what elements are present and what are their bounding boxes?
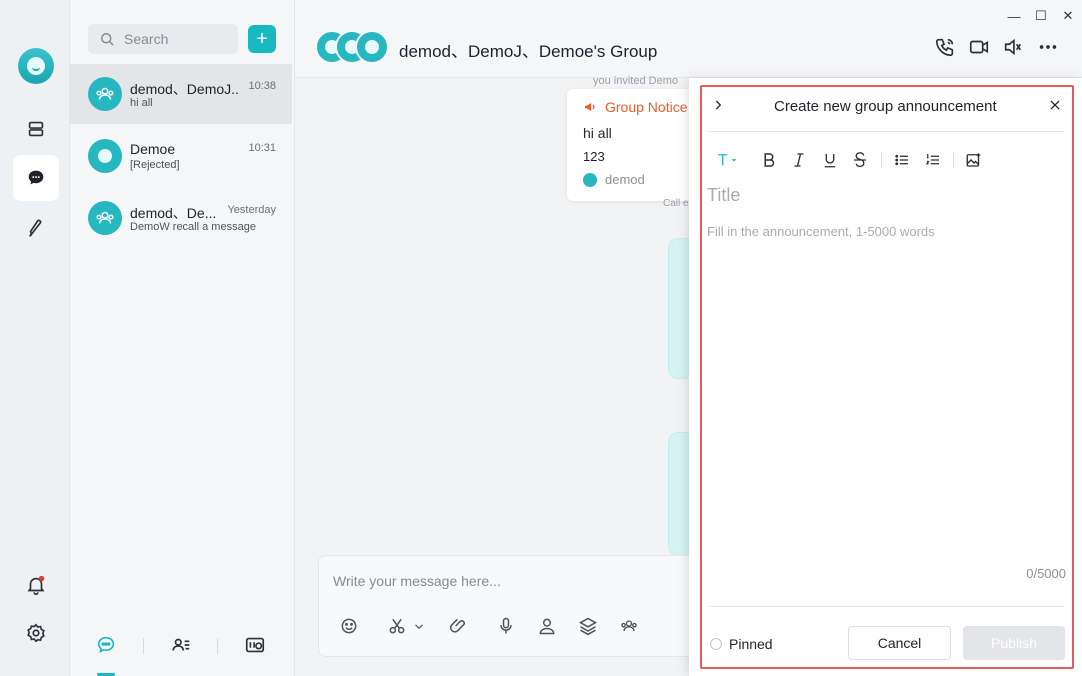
search-icon bbox=[101, 33, 114, 46]
stack-icon[interactable] bbox=[578, 616, 598, 636]
speaker-icon[interactable] bbox=[1002, 36, 1024, 58]
text-style-button[interactable] bbox=[712, 150, 744, 170]
insert-image-button[interactable] bbox=[964, 150, 984, 170]
chevron-right-icon[interactable] bbox=[711, 98, 725, 112]
microphone-icon[interactable] bbox=[496, 616, 516, 636]
bold-button[interactable] bbox=[759, 150, 779, 170]
emoji-icon[interactable] bbox=[339, 616, 359, 636]
conversation-name: demod、DemoJ... bbox=[130, 81, 240, 97]
search-placeholder: Search bbox=[124, 31, 169, 47]
chat-icon[interactable] bbox=[13, 155, 59, 201]
announcement-body-input[interactable]: Fill in the announcement, 1-5000 words bbox=[707, 224, 935, 239]
tab-contacts-icon[interactable] bbox=[168, 632, 194, 658]
left-rail bbox=[0, 0, 70, 676]
notice-author: demod bbox=[605, 172, 645, 187]
list-item[interactable]: demod、DemoJ... 10:38 hi all bbox=[70, 64, 292, 124]
maximize-button[interactable]: ☐ bbox=[1032, 7, 1050, 25]
window-close-button[interactable]: ✕ bbox=[1059, 7, 1077, 25]
list-item[interactable]: demod、De... Yesterday DemoW recall a mes… bbox=[70, 188, 292, 248]
feather-icon[interactable] bbox=[13, 205, 59, 251]
conversation-time: 10:38 bbox=[248, 80, 276, 92]
panel-title: Create new group announcement bbox=[774, 98, 997, 115]
phone-icon[interactable] bbox=[934, 36, 956, 58]
chevron-down-icon[interactable] bbox=[412, 616, 426, 636]
cancel-button[interactable]: Cancel bbox=[848, 626, 951, 660]
conversation-preview: hi all bbox=[130, 97, 153, 109]
close-icon[interactable] bbox=[1048, 98, 1062, 112]
group-avatar bbox=[88, 201, 122, 235]
group-notice-card[interactable]: Group Notice hi all 123 demod bbox=[567, 89, 707, 201]
conversation-name: demod、De... bbox=[130, 205, 217, 221]
bullet-list-button[interactable] bbox=[892, 150, 912, 170]
announcement-panel: Create new group announcement Title Fill… bbox=[689, 78, 1082, 676]
scissors-icon[interactable] bbox=[387, 616, 407, 636]
message-composer[interactable]: Write your message here... bbox=[318, 555, 718, 657]
group-avatars bbox=[315, 30, 395, 64]
notice-line: hi all bbox=[583, 125, 612, 141]
pinned-radio[interactable] bbox=[710, 638, 722, 650]
user-avatar bbox=[88, 139, 122, 173]
conversation-preview: DemoW recall a message bbox=[130, 221, 256, 233]
user-avatar[interactable] bbox=[18, 48, 54, 84]
pinned-checkbox[interactable]: Pinned bbox=[710, 636, 773, 652]
message-input[interactable]: Write your message here... bbox=[333, 573, 501, 589]
numbered-list-button[interactable] bbox=[923, 150, 943, 170]
megaphone-icon bbox=[585, 103, 595, 111]
contact-card-icon[interactable] bbox=[537, 616, 557, 636]
layers-icon[interactable] bbox=[13, 106, 59, 152]
more-icon[interactable] bbox=[1037, 36, 1059, 58]
underline-button[interactable] bbox=[820, 150, 840, 170]
tab-groups-icon[interactable] bbox=[242, 632, 268, 658]
tab-chats-icon[interactable] bbox=[93, 632, 119, 658]
minimize-button[interactable]: — bbox=[1005, 7, 1023, 25]
system-message: Call e bbox=[663, 198, 689, 209]
attachment-icon[interactable] bbox=[449, 616, 469, 636]
list-item[interactable]: Demoe 10:31 [Rejected] bbox=[70, 126, 292, 186]
bell-icon[interactable] bbox=[13, 562, 59, 608]
italic-button[interactable] bbox=[789, 150, 809, 170]
video-icon[interactable] bbox=[968, 36, 990, 58]
group-avatar bbox=[88, 77, 122, 111]
add-button[interactable]: + bbox=[248, 25, 276, 53]
highlight-frame bbox=[700, 85, 1074, 669]
conversation-list: Search + demod、DemoJ... 10:38 hi all Dem… bbox=[70, 0, 295, 676]
system-message: you invited Demo bbox=[593, 75, 678, 87]
conversation-time: Yesterday bbox=[227, 204, 276, 216]
pinned-label: Pinned bbox=[729, 636, 773, 652]
search-input[interactable]: Search bbox=[88, 24, 238, 54]
word-count: 0/5000 bbox=[1026, 566, 1066, 581]
gear-icon[interactable] bbox=[13, 610, 59, 656]
notice-line: 123 bbox=[583, 149, 605, 164]
page-title: demod、DemoJ、Demoe's Group bbox=[399, 42, 658, 61]
author-avatar bbox=[583, 172, 597, 187]
conversation-preview: [Rejected] bbox=[130, 159, 180, 171]
conversation-time: 10:31 bbox=[248, 142, 276, 154]
group-icon[interactable] bbox=[619, 616, 639, 636]
conversation-name: Demoe bbox=[130, 141, 176, 157]
announcement-title-input[interactable]: Title bbox=[707, 185, 740, 206]
notice-label: Group Notice bbox=[605, 99, 688, 115]
chat-header: demod、DemoJ、Demoe's Group — ☐ ✕ bbox=[295, 0, 1082, 78]
bottom-tabs bbox=[70, 616, 292, 676]
strikethrough-button[interactable] bbox=[850, 150, 870, 170]
publish-button[interactable]: Publish bbox=[963, 626, 1065, 660]
